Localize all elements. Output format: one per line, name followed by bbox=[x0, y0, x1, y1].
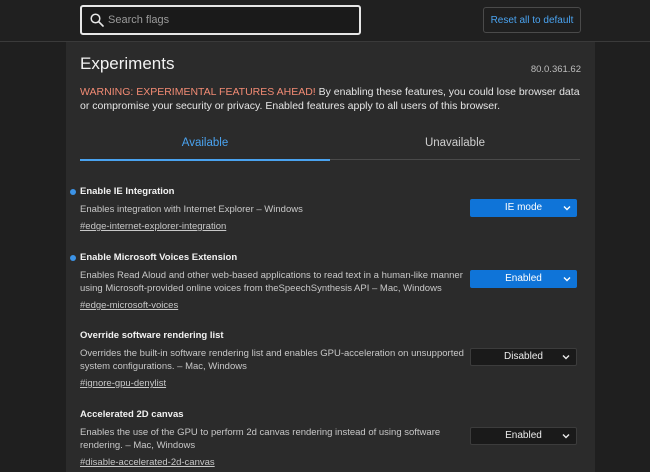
flag-link[interactable]: #disable-accelerated-2d-canvas bbox=[80, 457, 215, 468]
modified-indicator bbox=[70, 189, 76, 195]
flag-name: Accelerated 2D canvas bbox=[80, 409, 184, 420]
flag-item-ie-integration: Enable IE Integration Enables integratio… bbox=[70, 186, 590, 234]
version-label: 80.0.361.62 bbox=[530, 64, 581, 75]
flag-link[interactable]: #ignore-gpu-denylist bbox=[80, 378, 166, 389]
flag-link[interactable]: #edge-internet-explorer-integration bbox=[80, 221, 226, 232]
select-value: Enabled bbox=[505, 273, 542, 284]
modified-indicator bbox=[70, 255, 76, 261]
flag-name: Enable IE Integration bbox=[80, 186, 175, 197]
flag-select-accelerated-2d-canvas[interactable]: Enabled bbox=[470, 427, 577, 445]
tab-unavailable[interactable]: Unavailable bbox=[330, 128, 580, 160]
header-bar: Reset all to default bbox=[0, 0, 650, 42]
reset-all-button[interactable]: Reset all to default bbox=[483, 7, 581, 33]
warning-message: WARNING: EXPERIMENTAL FEATURES AHEAD! By… bbox=[80, 85, 580, 113]
search-icon bbox=[90, 13, 104, 27]
experiments-panel: Experiments 80.0.361.62 WARNING: EXPERIM… bbox=[66, 42, 595, 472]
flag-name: Override software rendering list bbox=[80, 330, 224, 341]
select-value: IE mode bbox=[504, 202, 543, 213]
search-input[interactable] bbox=[108, 11, 353, 29]
chevron-down-icon bbox=[563, 206, 571, 211]
select-value: Enabled bbox=[505, 430, 542, 441]
flag-item-microsoft-voices: Enable Microsoft Voices Extension Enable… bbox=[70, 252, 590, 313]
flag-select-ie-integration[interactable]: IE mode bbox=[470, 199, 577, 217]
flag-name: Enable Microsoft Voices Extension bbox=[80, 252, 238, 263]
flag-select-override-software-rendering[interactable]: Disabled bbox=[470, 348, 577, 366]
flag-description: Enables Read Aloud and other web-based a… bbox=[80, 270, 463, 294]
select-value: Disabled bbox=[504, 351, 543, 362]
flag-description: Enables the use of the GPU to perform 2d… bbox=[80, 427, 441, 451]
chevron-down-icon bbox=[563, 277, 571, 282]
search-box[interactable] bbox=[80, 5, 361, 35]
flag-select-microsoft-voices[interactable]: Enabled bbox=[470, 270, 577, 288]
tab-available[interactable]: Available bbox=[80, 128, 330, 161]
warning-prefix: WARNING: EXPERIMENTAL FEATURES AHEAD! bbox=[80, 86, 316, 98]
chevron-down-icon bbox=[562, 355, 570, 360]
flag-item-override-software-rendering: Override software rendering list Overrid… bbox=[80, 330, 590, 391]
flag-link[interactable]: #edge-microsoft-voices bbox=[80, 300, 178, 311]
flag-item-accelerated-2d-canvas: Accelerated 2D canvas Enables the use of… bbox=[80, 409, 590, 470]
tab-bar: Available Unavailable bbox=[80, 128, 580, 161]
flag-description: Enables integration with Internet Explor… bbox=[80, 204, 303, 215]
flag-description: Overrides the built-in software renderin… bbox=[80, 348, 464, 372]
chevron-down-icon bbox=[562, 434, 570, 439]
page-title: Experiments bbox=[80, 54, 175, 73]
